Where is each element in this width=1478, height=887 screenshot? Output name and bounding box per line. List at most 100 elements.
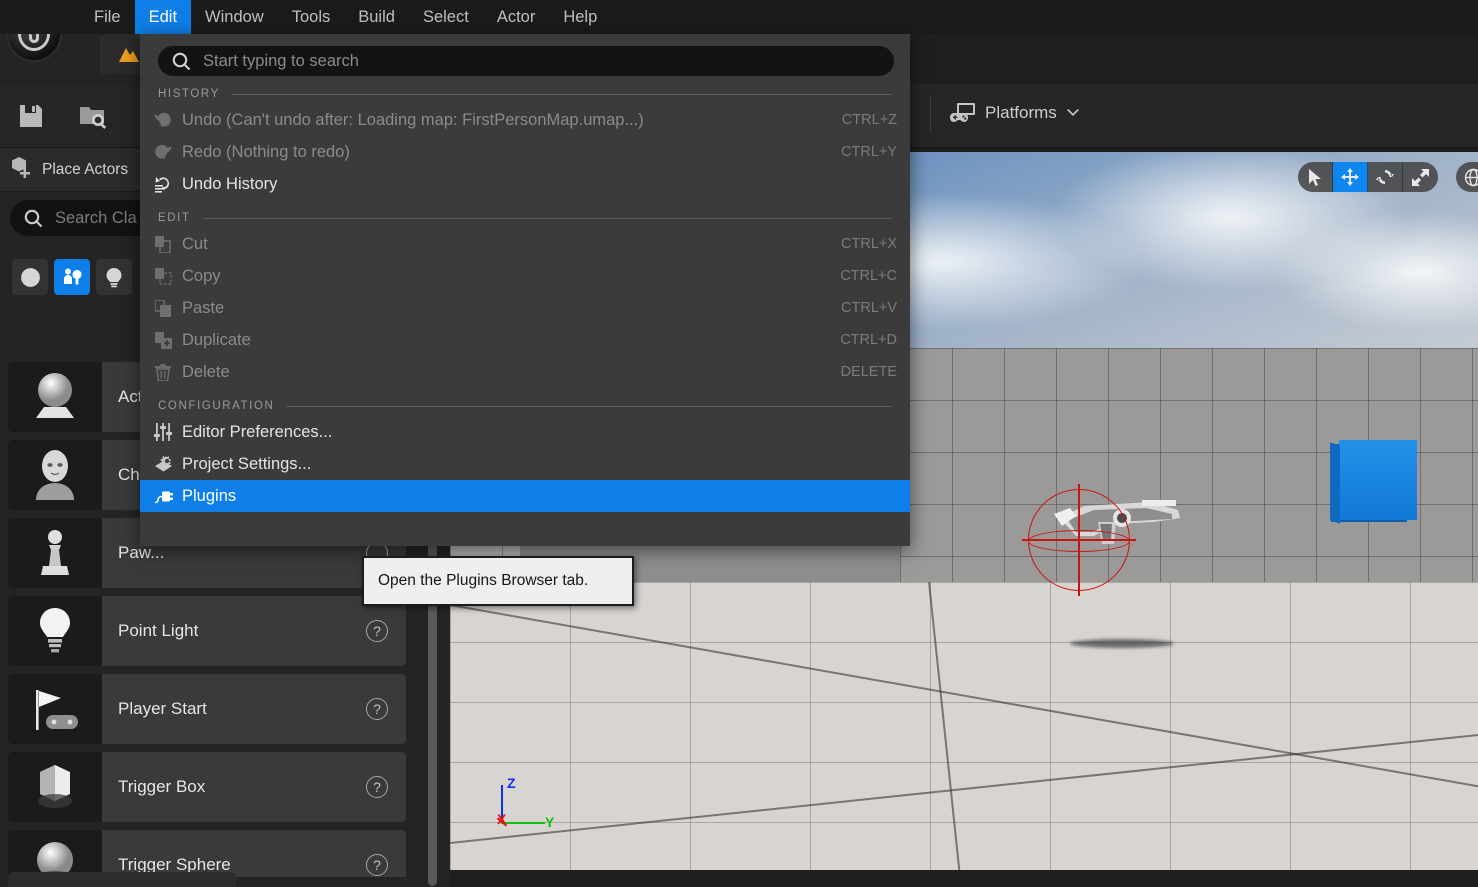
section-label: EDIT (158, 212, 191, 224)
menu-item-undo-history[interactable]: Undo History (140, 168, 910, 200)
coordinate-space-toggle[interactable] (1456, 162, 1478, 192)
menu-bar: File Edit Window Tools Build Select Acto… (0, 0, 1478, 34)
menu-item-shortcut: CTRL+X (840, 236, 897, 252)
menu-item-label: Cut (182, 234, 208, 253)
platforms-gamepad-icon (950, 103, 975, 122)
menu-item-cut[interactable]: Cut CTRL+X (140, 228, 910, 260)
viewport-gizmo-toolbar[interactable] (1298, 162, 1438, 192)
platforms-label: Platforms (985, 103, 1057, 122)
move-tool-button[interactable] (1333, 162, 1368, 192)
undo-arrow-icon (152, 109, 174, 131)
redo-arrow-icon (152, 141, 174, 163)
menu-item-shortcut: CTRL+Z (841, 112, 897, 128)
selection-axis-h (1022, 539, 1136, 541)
chevron-down-icon (1066, 108, 1079, 116)
search-icon (24, 209, 43, 227)
select-tool-button[interactable] (1298, 162, 1333, 192)
menu-build[interactable]: Build (344, 0, 409, 34)
menu-search-input[interactable]: Start typing to search (158, 46, 894, 76)
copy-icon (152, 265, 174, 287)
list-item[interactable]: Trigger Sphere ? (8, 830, 406, 877)
menu-actor[interactable]: Actor (483, 0, 550, 34)
menu-item-shortcut: CTRL+Y (840, 144, 897, 160)
filter-lights[interactable] (96, 259, 132, 295)
panel-title: Place Actors (42, 160, 129, 178)
tooltip: Open the Plugins Browser tab. (362, 556, 634, 606)
list-item[interactable]: Point Light ? (8, 596, 406, 666)
trash-icon (152, 361, 174, 383)
sliders-icon (152, 421, 174, 443)
list-item-label: Paw... (118, 543, 165, 562)
axis-gizmo: Z Y X (495, 775, 585, 837)
help-icon[interactable]: ? (366, 620, 388, 642)
section-history: HISTORY (158, 88, 892, 100)
edit-dropdown-menu: Start typing to search HISTORY Undo (Can… (140, 34, 910, 546)
menu-item-label: Plugins (182, 486, 237, 505)
actor-sphere-icon (8, 362, 102, 432)
toolbar-separator (930, 96, 931, 132)
search-placeholder: Search Cla (55, 208, 137, 227)
section-rule (202, 217, 892, 219)
menu-tools[interactable]: Tools (278, 0, 345, 34)
cut-icon (152, 233, 174, 255)
rotate-tool-button[interactable] (1368, 162, 1403, 192)
menu-item-label: Project Settings... (182, 454, 312, 473)
menu-item-undo[interactable]: Undo (Can't undo after: Loading map: Fir… (140, 104, 910, 136)
menu-item-label: Undo (Can't undo after: Loading map: Fir… (182, 110, 644, 129)
panel-bottom-tab[interactable] (8, 872, 236, 887)
menu-item-project-settings[interactable]: Project Settings... (140, 448, 910, 480)
filter-recently-placed[interactable] (12, 259, 48, 295)
section-edit: EDIT (158, 212, 892, 224)
menu-item-label: Redo (Nothing to redo) (182, 142, 350, 161)
z-axis-label: Z (507, 775, 516, 791)
scale-tool-button[interactable] (1403, 162, 1438, 192)
menu-item-label: Undo History (182, 174, 278, 193)
place-actors-cube-plus-icon (10, 156, 32, 183)
menu-file[interactable]: File (80, 0, 135, 34)
menu-item-editor-preferences[interactable]: Editor Preferences... (140, 416, 910, 448)
list-item-label: Point Light (118, 621, 199, 640)
menu-item-redo[interactable]: Redo (Nothing to redo) CTRL+Y (140, 136, 910, 168)
list-item[interactable]: Trigger Box ? (8, 752, 406, 822)
trigger-box-icon (8, 752, 102, 822)
section-rule (231, 93, 892, 95)
blue-cube-prop[interactable] (1339, 440, 1417, 520)
menu-window[interactable]: Window (191, 0, 278, 34)
section-configuration: CONFIGURATION (158, 400, 892, 412)
menu-item-duplicate[interactable]: Duplicate CTRL+D (140, 324, 910, 356)
menu-item-label: Copy (182, 266, 221, 285)
help-icon[interactable]: ? (366, 698, 388, 720)
point-light-bulb-icon (8, 596, 102, 666)
x-axis-label: X (497, 811, 507, 827)
menu-item-plugins[interactable]: Plugins (140, 480, 910, 512)
menu-help[interactable]: Help (549, 0, 611, 34)
filter-basic[interactable] (54, 259, 90, 295)
menu-item-label: Editor Preferences... (182, 422, 333, 441)
y-axis-line (501, 822, 545, 824)
player-start-flag-icon (8, 674, 102, 744)
menu-item-shortcut: DELETE (840, 364, 897, 380)
paste-icon (152, 297, 174, 319)
help-icon[interactable]: ? (366, 854, 388, 876)
list-item-label: Trigger Box (118, 777, 206, 796)
undo-history-icon (152, 173, 174, 195)
platforms-button[interactable]: Platforms (950, 95, 1080, 131)
list-item[interactable]: Player Start ? (8, 674, 406, 744)
menu-item-label: Paste (182, 298, 225, 317)
menu-edit[interactable]: Edit (134, 0, 192, 34)
y-axis-label: Y (545, 814, 555, 830)
menu-item-paste[interactable]: Paste CTRL+V (140, 292, 910, 324)
character-head-icon (8, 440, 102, 510)
save-floppy-icon[interactable] (14, 99, 48, 133)
section-label: CONFIGURATION (158, 400, 275, 412)
menu-item-label: Delete (182, 362, 230, 381)
folder-search-icon[interactable] (76, 99, 110, 133)
menu-select[interactable]: Select (409, 0, 483, 34)
menu-item-shortcut: CTRL+V (840, 300, 897, 316)
section-rule (286, 405, 892, 407)
menu-item-delete[interactable]: Delete DELETE (140, 356, 910, 388)
trigger-sphere-icon (8, 830, 102, 877)
menu-item-copy[interactable]: Copy CTRL+C (140, 260, 910, 292)
help-icon[interactable]: ? (366, 776, 388, 798)
filter-tabs (12, 259, 132, 295)
